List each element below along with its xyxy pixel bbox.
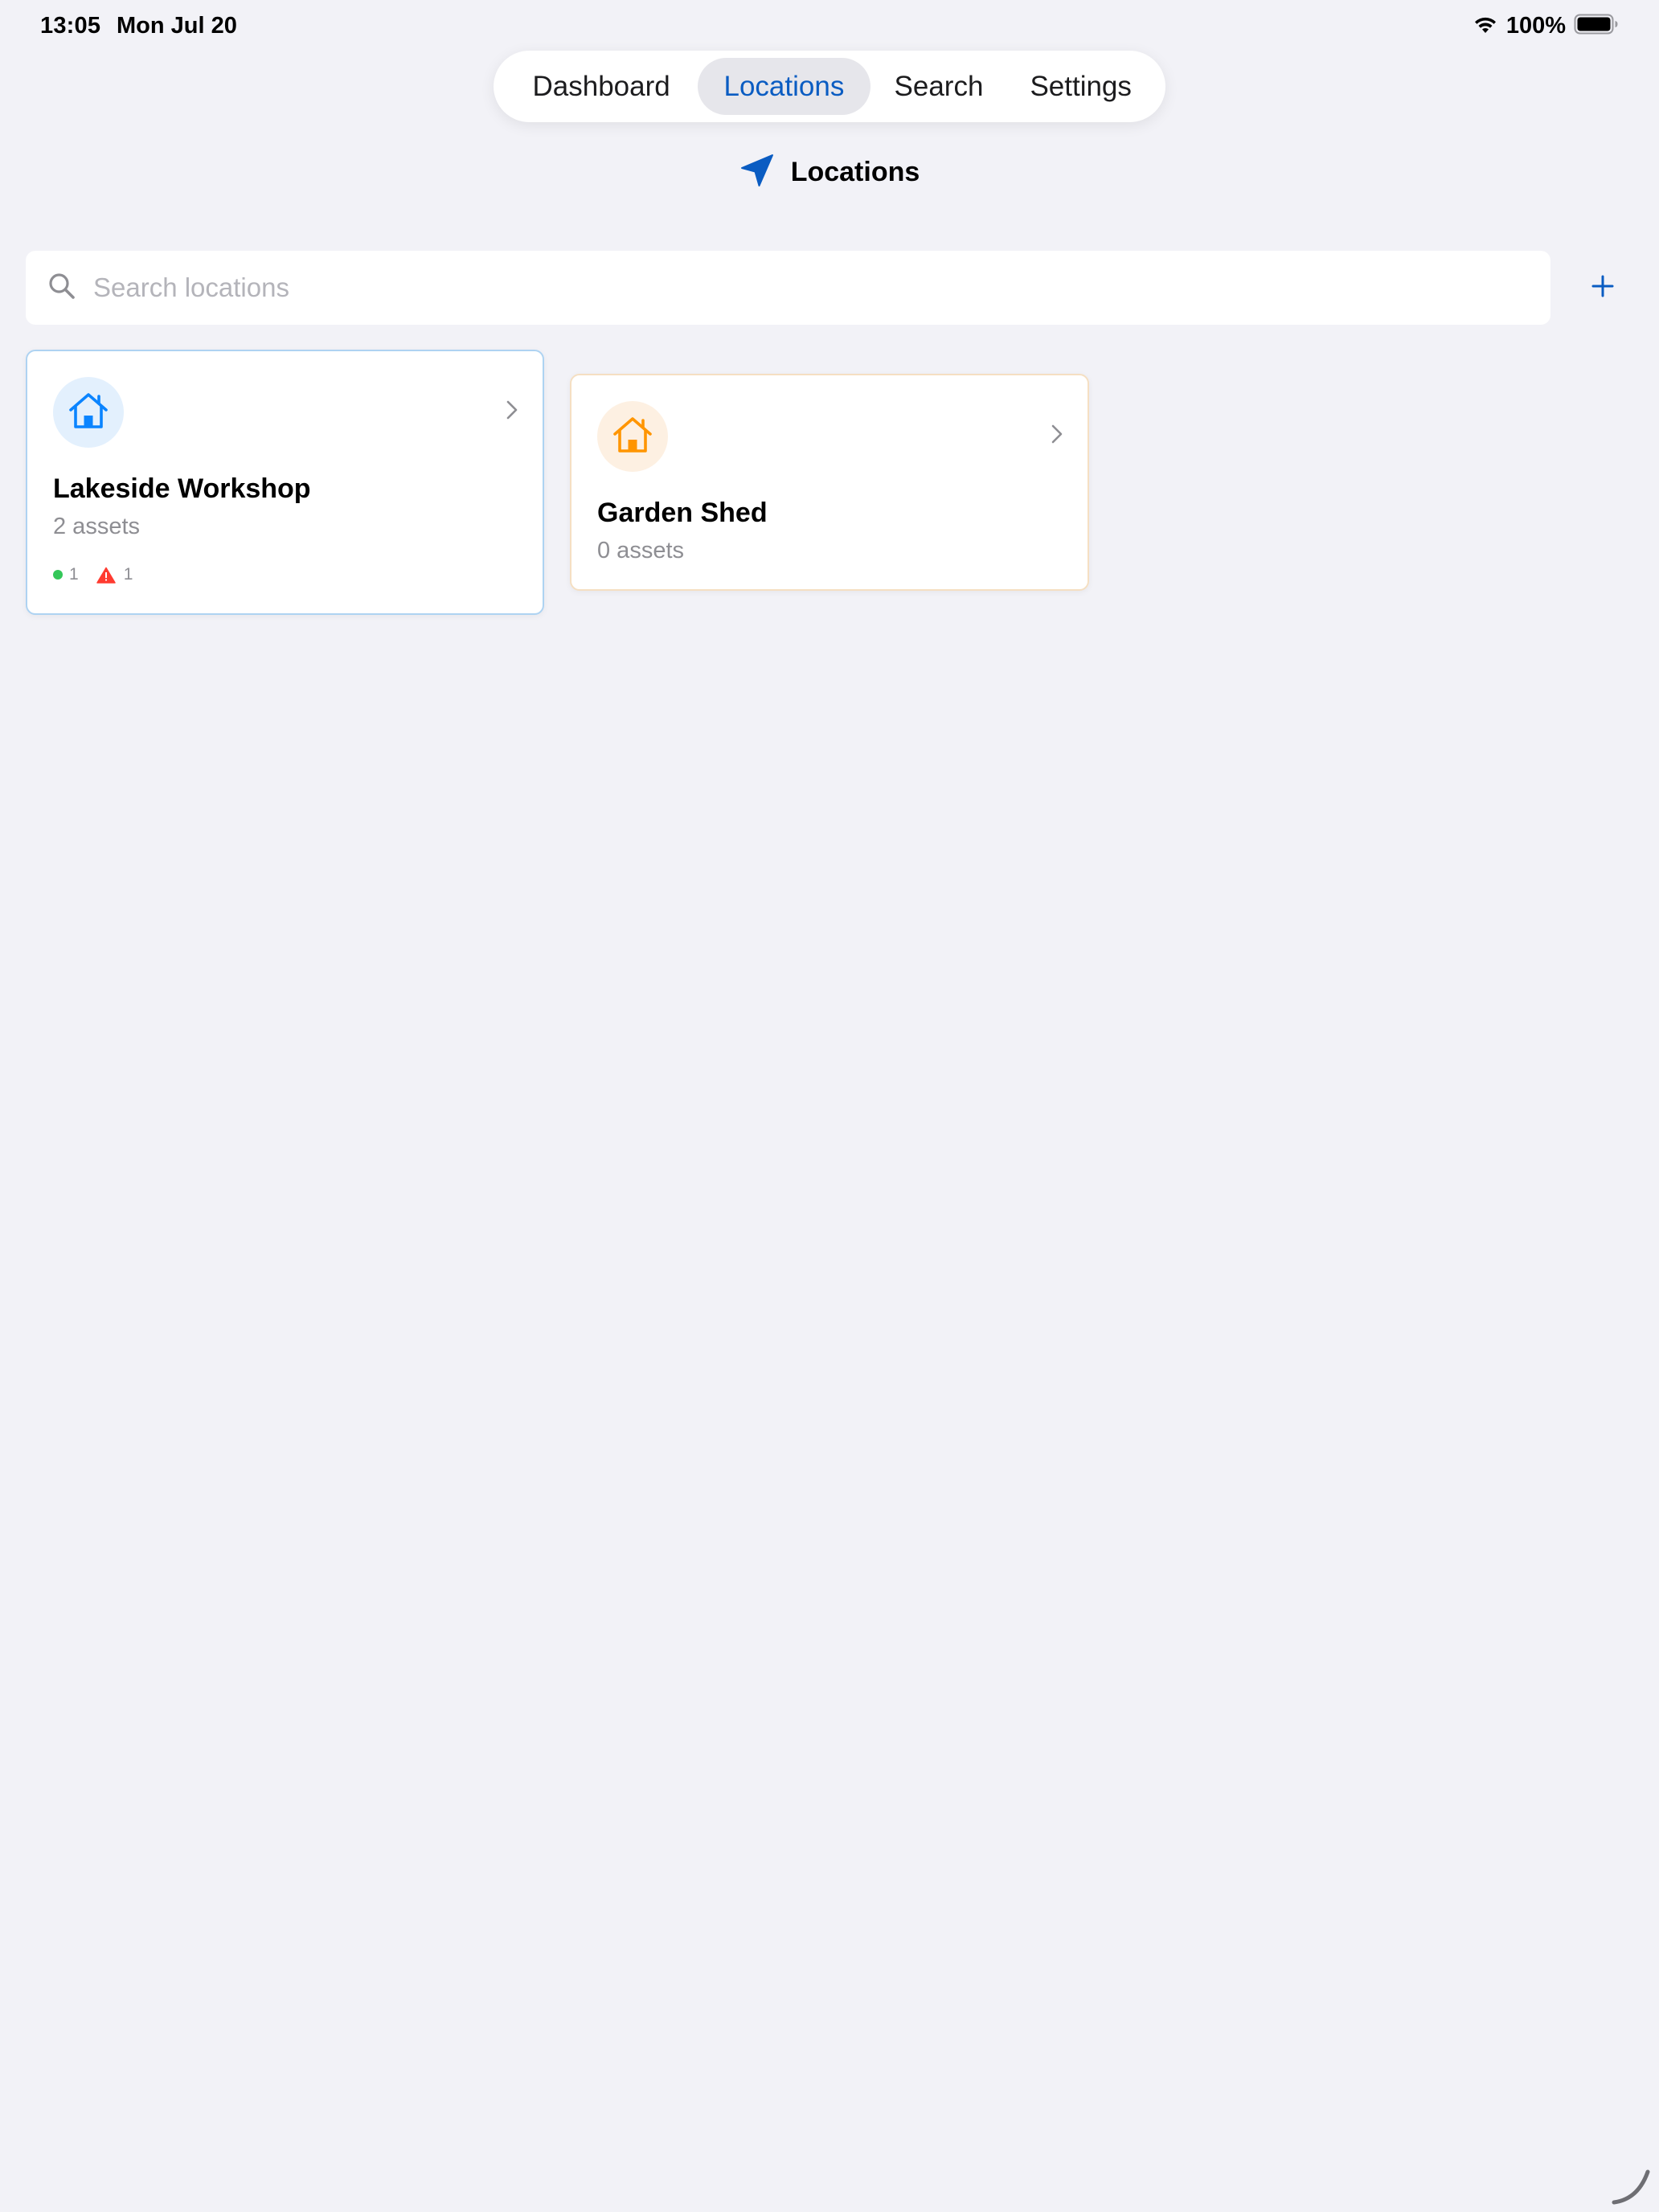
status-bar: 13:05 Mon Jul 20 100% <box>0 0 1659 51</box>
wifi-icon <box>1473 14 1498 39</box>
location-card-lakeside-workshop[interactable]: Lakeside Workshop 2 assets 1 1 <box>26 350 544 615</box>
status-time: 13:05 <box>40 13 101 39</box>
location-icon-badge <box>597 401 668 472</box>
page-title: Locations <box>790 157 920 187</box>
location-card-garden-shed[interactable]: Garden Shed 0 assets <box>570 374 1089 591</box>
status-date: Mon Jul 20 <box>117 13 237 39</box>
ok-status-dot-icon <box>53 570 63 580</box>
status-indicators: 100% <box>1473 11 1619 40</box>
tab-locations[interactable]: Locations <box>698 58 870 115</box>
battery-icon <box>1574 14 1619 39</box>
chevron-right-icon <box>506 399 518 424</box>
house-icon <box>68 391 109 434</box>
battery-percentage: 100% <box>1505 12 1566 39</box>
search-bar[interactable] <box>26 251 1550 325</box>
tab-bar: Dashboard Locations Search Settings <box>494 51 1165 122</box>
search-input[interactable] <box>92 272 1461 304</box>
warning-triangle-icon <box>96 567 116 584</box>
page-header: Locations <box>0 153 1659 192</box>
house-icon <box>612 416 653 458</box>
warning-count: 1 <box>123 565 133 584</box>
asset-count: 0 assets <box>597 538 684 563</box>
chevron-right-icon <box>1051 424 1063 449</box>
tab-dashboard[interactable]: Dashboard <box>505 58 698 115</box>
ok-count: 1 <box>69 565 79 584</box>
search-icon <box>48 272 76 304</box>
tab-settings[interactable]: Settings <box>1007 58 1154 115</box>
location-icon-badge <box>53 377 124 448</box>
location-arrow-icon <box>739 153 775 192</box>
location-name: Lakeside Workshop <box>53 473 311 504</box>
corner-resize-indicator-icon <box>1611 2165 1651 2206</box>
tab-search[interactable]: Search <box>870 58 1008 115</box>
status-summary: 1 1 <box>53 565 133 584</box>
location-name: Garden Shed <box>597 498 768 528</box>
plus-icon <box>1591 274 1615 302</box>
add-location-button[interactable] <box>1577 262 1628 313</box>
asset-count: 2 assets <box>53 514 140 539</box>
